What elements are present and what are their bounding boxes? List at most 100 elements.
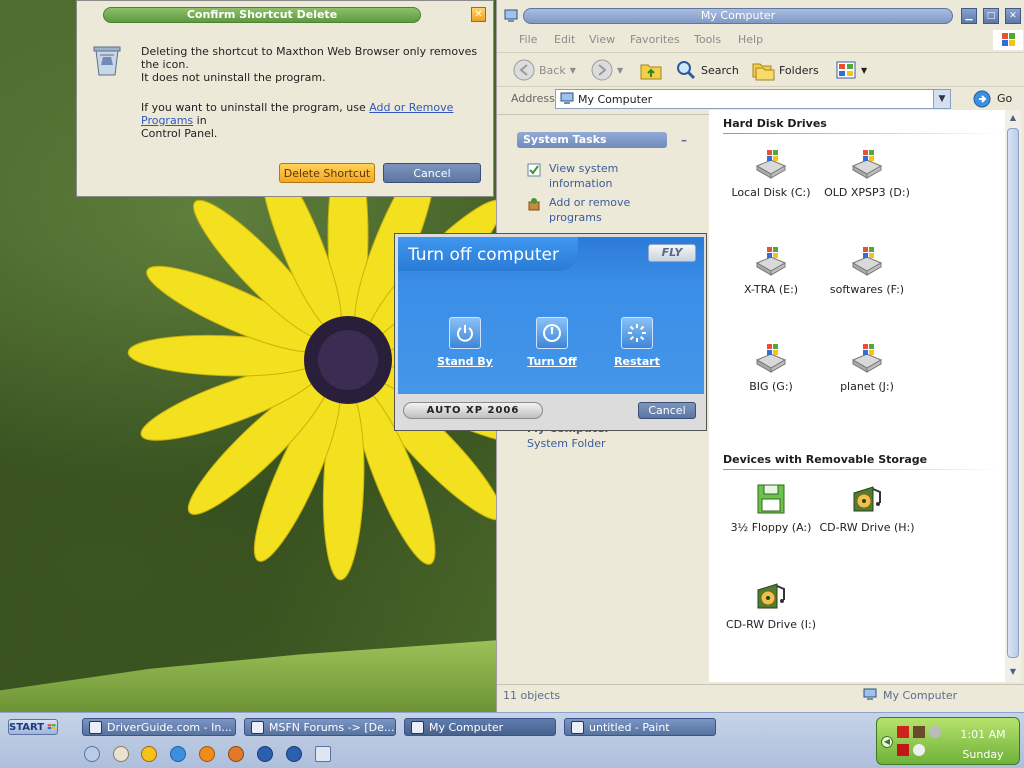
tray-messenger-icon[interactable] [913, 744, 925, 756]
back-dropdown-icon[interactable]: ▼ [570, 66, 576, 75]
cd-drive-icon [757, 583, 785, 609]
group-divider [723, 133, 1003, 134]
address-dropdown-icon[interactable]: ▼ [933, 90, 950, 108]
views-button[interactable]: ▼ [835, 59, 867, 81]
task-add-remove-programs[interactable]: Add or remove programs [527, 195, 630, 225]
drive-c[interactable]: Local Disk (C:) [723, 148, 819, 199]
task-paint[interactable]: untitled - Paint [564, 718, 716, 736]
restart-option[interactable]: Restart [602, 317, 672, 368]
vertical-scrollbar[interactable]: ▲ ▼ [1005, 110, 1021, 682]
add-remove-programs-icon [528, 198, 540, 211]
search-icon [677, 61, 696, 80]
window-icon[interactable] [315, 746, 331, 762]
folders-button[interactable]: Folders [751, 59, 819, 81]
maximize-button[interactable]: □ [983, 8, 999, 24]
tray-antivirus-icon[interactable] [897, 726, 909, 738]
menu-file[interactable]: File [519, 33, 537, 46]
minimize-button[interactable]: ▁ [961, 8, 977, 24]
drive-label: CD-RW Drive (H:) [819, 521, 915, 534]
menu-help[interactable]: Help [738, 33, 763, 46]
dialog-close-button[interactable]: ✕ [471, 7, 486, 22]
forward-dropdown-icon[interactable]: ▼ [617, 66, 623, 75]
tray-app-icon[interactable] [913, 726, 925, 738]
scroll-thumb[interactable] [1007, 128, 1019, 658]
group-divider [723, 469, 1003, 470]
go-arrow-icon[interactable] [973, 90, 991, 108]
task-label: MSFN Forums -> [De... [269, 720, 395, 734]
auto-xp-brand: AUTO XP 2006 [403, 402, 543, 419]
task-view-system-info[interactable]: View system information [527, 161, 618, 191]
drive-f[interactable]: softwares (F:) [819, 245, 915, 296]
tray-network-icon[interactable] [929, 726, 941, 738]
power-icon [536, 317, 568, 349]
window-titlebar[interactable]: My Computer ▁ □ ✕ [497, 0, 1024, 30]
tray-alert-icon[interactable] [897, 744, 909, 756]
scroll-up-icon[interactable]: ▲ [1007, 112, 1019, 124]
task-label: View system [549, 162, 619, 175]
taskbar: START DriverGuide.com - In... MSFN Forum… [0, 712, 1024, 768]
menu-tools[interactable]: Tools [694, 33, 721, 46]
system-tray: ◀ 1:01 AM Sunday [876, 717, 1020, 765]
task-my-computer[interactable]: My Computer [404, 718, 556, 736]
start-label: START [9, 721, 45, 733]
my-computer-icon [504, 9, 518, 22]
clock-day: Sunday [962, 748, 1004, 761]
internet-explorer-icon[interactable] [170, 746, 186, 762]
stand-by-option[interactable]: Stand By [430, 317, 500, 368]
back-button[interactable]: Back ▼ [513, 59, 576, 81]
drive-g[interactable]: BIG (G:) [723, 342, 819, 393]
system-tasks-header[interactable]: System Tasks [517, 132, 667, 148]
task-msfn-forums[interactable]: MSFN Forums -> [De... [244, 718, 396, 736]
system-info-icon [527, 163, 541, 177]
close-button[interactable]: ✕ [1005, 8, 1021, 24]
drive-h[interactable]: CD-RW Drive (H:) [819, 483, 915, 534]
windows-logo-icon [993, 30, 1023, 50]
drive-label: 3½ Floppy (A:) [730, 521, 812, 534]
dialog-cancel-button[interactable]: Cancel [383, 163, 481, 183]
restart-label: Restart [614, 355, 660, 368]
status-computer-icon [863, 688, 877, 700]
hard-drive-icon [755, 344, 787, 373]
show-desktop-icon[interactable] [84, 746, 100, 762]
go-button[interactable]: Go [997, 92, 1012, 105]
drive-a[interactable]: 3½ Floppy (A:) [723, 483, 819, 534]
maxthon-icon[interactable] [286, 746, 302, 762]
turn-off-option[interactable]: Turn Off [517, 317, 587, 368]
dialog-message-line1: Deleting the shortcut to Maxthon Web Bro… [141, 45, 478, 71]
task-driverguide[interactable]: DriverGuide.com - In... [82, 718, 236, 736]
drive-d[interactable]: OLD XPSP3 (D:) [819, 148, 915, 199]
drive-i[interactable]: CD-RW Drive (I:) [723, 580, 819, 631]
search-label: Search [701, 63, 739, 77]
drive-e[interactable]: X-TRA (E:) [723, 245, 819, 296]
messenger-icon[interactable] [141, 746, 157, 762]
clock-time[interactable]: 1:01 AM [953, 728, 1013, 741]
forward-button[interactable]: ▼ [591, 59, 623, 81]
task-label: programs [549, 211, 602, 224]
status-object-count: 11 objects [503, 689, 561, 702]
task-label: information [549, 177, 613, 190]
start-button[interactable]: START [8, 719, 58, 735]
collapse-icon[interactable]: – [677, 133, 691, 147]
menu-view[interactable]: View [589, 33, 615, 46]
menu-edit[interactable]: Edit [554, 33, 575, 46]
dialog-title[interactable]: Confirm Shortcut Delete [103, 7, 421, 23]
app-icon[interactable] [228, 746, 244, 762]
toolbar: Back ▼ ▼ Search Folders ▼ [497, 52, 1024, 86]
maxthon-icon[interactable] [257, 746, 273, 762]
drive-j[interactable]: planet (J:) [819, 342, 915, 393]
delete-shortcut-button[interactable]: Delete Shortcut [279, 163, 375, 183]
hard-drive-icon [755, 247, 787, 276]
media-player-icon[interactable] [113, 746, 129, 762]
drive-label: planet (J:) [840, 380, 894, 393]
up-folder-icon[interactable] [639, 59, 663, 81]
search-button[interactable]: Search [675, 59, 739, 81]
hint-suffix: in [193, 114, 207, 127]
views-dropdown-icon: ▼ [861, 65, 868, 75]
drive-label: OLD XPSP3 (D:) [824, 186, 910, 199]
scroll-down-icon[interactable]: ▼ [1007, 666, 1019, 678]
address-input[interactable]: My Computer ▼ [555, 89, 951, 109]
tray-expand-icon[interactable]: ◀ [881, 736, 893, 748]
turn-off-cancel-button[interactable]: Cancel [638, 402, 696, 419]
firefox-icon[interactable] [199, 746, 215, 762]
menu-favorites[interactable]: Favorites [630, 33, 680, 46]
